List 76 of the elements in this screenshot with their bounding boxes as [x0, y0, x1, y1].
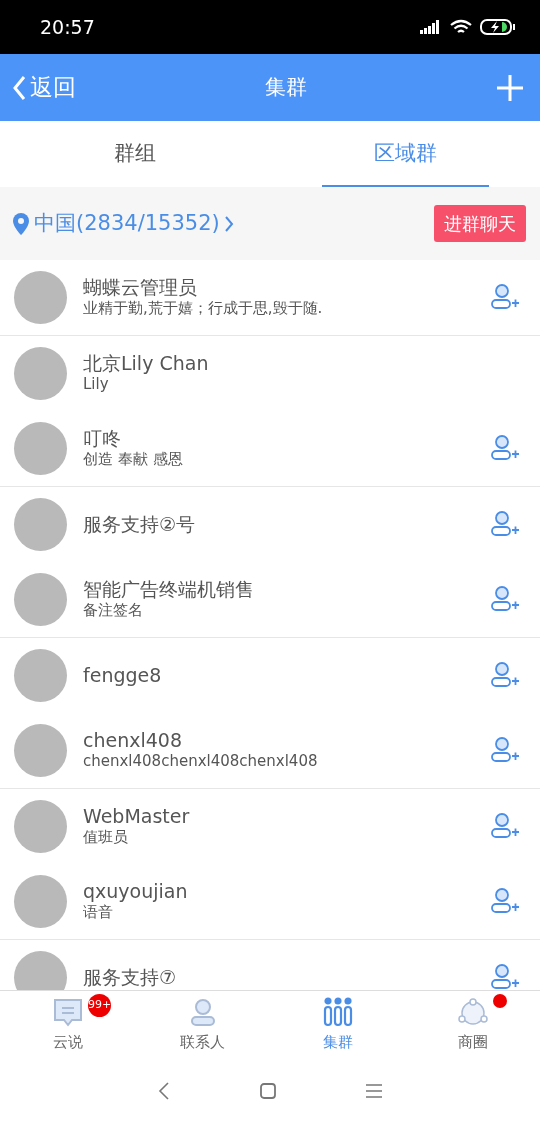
add-friend-button[interactable] [490, 887, 520, 916]
avatar-placeholder [14, 346, 67, 400]
contact-name: 服务支持⑦ [83, 965, 178, 989]
battery-icon [480, 19, 516, 35]
contact-name: 蝴蝶云管理员 [83, 276, 198, 299]
contact-note: Lily [83, 374, 110, 395]
contact-name: chenxl408 [83, 729, 183, 752]
person-plus-icon [490, 963, 520, 990]
add-friend-button[interactable] [490, 963, 520, 990]
avatar-placeholder [14, 497, 67, 551]
contact-name: 智能广告终端机销售 [83, 578, 255, 601]
person-plus-icon [490, 510, 520, 539]
contact-name: 叮咚 [83, 427, 122, 450]
chat-bubble-icon [51, 997, 84, 1027]
contact-note: 业精于勤,荒于嬉；行成于思,毁于随. [83, 298, 324, 319]
person-plus-icon [490, 736, 520, 765]
status-time: 20:57 [40, 14, 95, 40]
page-title: 集群 [265, 73, 307, 101]
contact-name: fengge8 [83, 663, 163, 687]
nav-tab[interactable]: 商圈 [405, 991, 540, 1060]
nav-tab[interactable]: 联系人 [135, 991, 270, 1060]
plus-icon [496, 73, 524, 102]
contact-row[interactable]: chenxl408 chenxl408chenxl408chenxl408 [0, 713, 540, 789]
add-friend-button[interactable] [490, 661, 520, 690]
contact-row[interactable]: 智能广告终端机销售 备注签名 [0, 562, 540, 638]
contact-row[interactable]: 服务支持②号 [0, 486, 540, 562]
avatar-placeholder [14, 648, 67, 702]
contact-name: 北京Lily Chan [83, 352, 210, 375]
person-plus-icon [490, 585, 520, 614]
add-button[interactable] [496, 73, 524, 102]
avatar-placeholder [14, 799, 67, 853]
menu-icon[interactable] [366, 1084, 382, 1098]
contact-note: 备注签名 [83, 600, 144, 621]
tab[interactable]: 群组 [62, 122, 208, 188]
add-friend-button[interactable] [490, 736, 520, 765]
contact-note: 值班员 [83, 827, 129, 848]
wifi-icon [450, 19, 472, 35]
back-nav-icon[interactable] [158, 1082, 170, 1100]
avatar-placeholder [14, 874, 67, 928]
cluster-icon [321, 997, 354, 1027]
avatar-placeholder [14, 421, 67, 475]
person-plus-icon [490, 887, 520, 916]
avatar-placeholder [14, 270, 67, 324]
avatar-placeholder [14, 723, 67, 777]
person-plus-icon [490, 661, 520, 690]
add-friend-button[interactable] [490, 812, 520, 841]
nav-tab[interactable]: 云说 99+ [0, 991, 135, 1060]
person-plus-icon [490, 812, 520, 841]
contact-row[interactable]: 北京Lily Chan Lily [0, 335, 540, 411]
contact-row[interactable]: fengge8 [0, 637, 540, 713]
chevron-left-icon [12, 74, 26, 101]
person-plus-icon [490, 434, 520, 463]
contact-name: qxuyoujian [83, 880, 189, 903]
avatar-placeholder [14, 950, 67, 990]
chevron-right-icon [223, 214, 234, 233]
person-plus-icon [490, 283, 520, 312]
contact-row[interactable]: qxuyoujian 语音 [0, 864, 540, 940]
add-friend-button[interactable] [490, 510, 520, 539]
circle-nodes-icon [456, 997, 489, 1027]
map-pin-icon [12, 211, 30, 236]
contact-row[interactable]: WebMaster 值班员 [0, 788, 540, 864]
contact-note: 创造 奉献 感恩 [83, 449, 184, 470]
contact-row[interactable]: 叮咚 创造 奉献 感恩 [0, 411, 540, 487]
add-friend-button[interactable] [490, 283, 520, 312]
home-nav-icon[interactable] [260, 1083, 276, 1099]
add-friend-button[interactable] [490, 585, 520, 614]
add-friend-button[interactable] [490, 434, 520, 463]
avatar-placeholder [14, 572, 67, 626]
count-badge: 99+ [88, 994, 111, 1017]
contact-name: 服务支持②号 [83, 512, 197, 536]
signal-icon [420, 20, 442, 34]
nav-tab[interactable]: 集群 [270, 991, 405, 1060]
contact-name: WebMaster [83, 805, 191, 828]
contact-row[interactable]: 蝴蝶云管理员 业精于勤,荒于嬉；行成于思,毁于随. [0, 260, 540, 336]
contact-note: chenxl408chenxl408chenxl408 [83, 751, 319, 772]
contact-note: 语音 [83, 902, 114, 923]
